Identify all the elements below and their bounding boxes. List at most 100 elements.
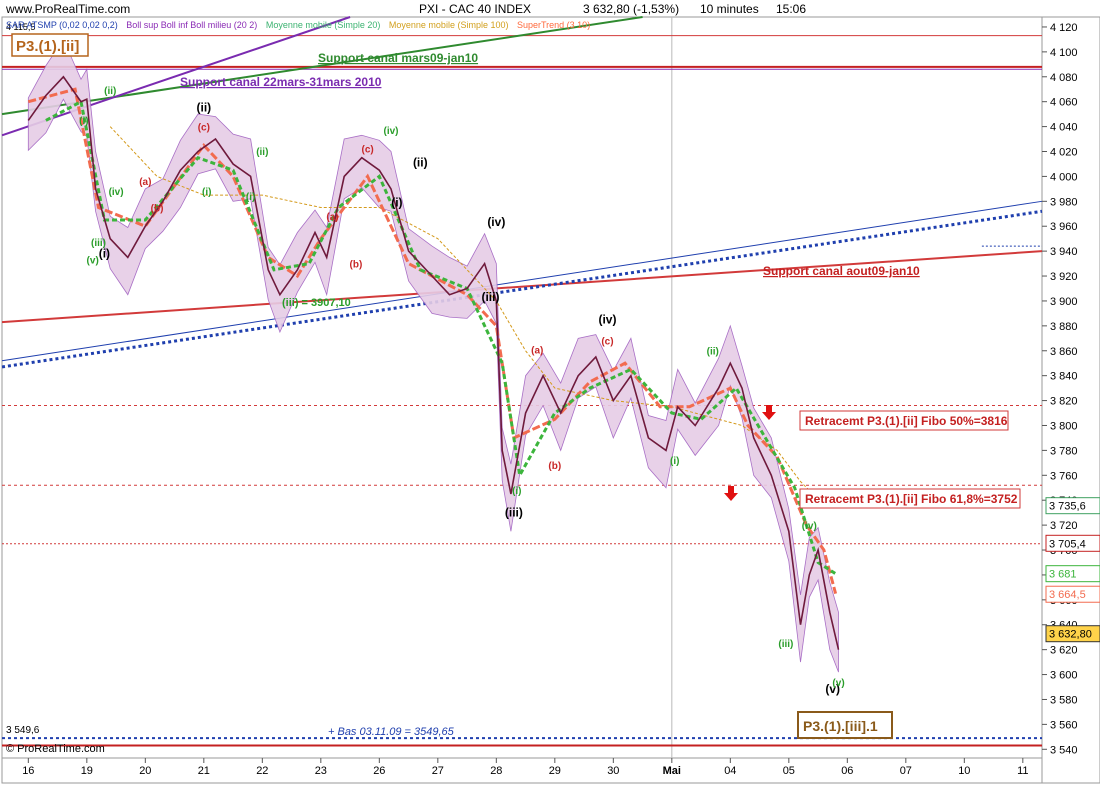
last-price: 3 632,80 (-1,53%) — [583, 2, 680, 16]
chart-title: PXI - CAC 40 INDEX — [419, 2, 532, 16]
x-tick-label: Mai — [663, 765, 681, 777]
wave-label: (i) — [246, 192, 255, 203]
wave-label: (i) — [512, 486, 521, 497]
wave-label: (v) — [87, 256, 99, 267]
wave-label: (ii) — [104, 86, 116, 97]
x-tick-label: 23 — [315, 765, 327, 777]
x-tick-label: 26 — [373, 765, 385, 777]
wave-label: (iv) — [598, 312, 616, 326]
price-tag-label: 3 705,4 — [1049, 538, 1086, 550]
y-tick-label: 3 860 — [1050, 346, 1078, 358]
period-label: 10 minutes — [700, 2, 759, 16]
legend-sar: SAR ATSMP (0,02 0,02 0,2) — [6, 20, 118, 30]
wave-label: (c) — [198, 122, 210, 133]
left-low-value: 3 549,6 — [6, 725, 40, 736]
y-tick-label: 4 060 — [1050, 97, 1078, 109]
x-tick-label: 07 — [900, 765, 912, 777]
x-tick-label: 22 — [256, 765, 268, 777]
legend-supertrend: SuperTrend (3 10) — [516, 20, 591, 30]
y-tick-label: 3 720 — [1050, 520, 1078, 532]
wave-label: (b) — [350, 259, 363, 270]
fibo50-label: Retracemt P3.(1).[ii] Fibo 50%=3816 — [805, 414, 1008, 428]
wave-label: (c) — [362, 145, 374, 156]
wave-label-p3-ii: P3.(1).[ii] — [16, 38, 79, 55]
y-tick-label: 3 920 — [1050, 271, 1078, 283]
y-tick-label: 3 620 — [1050, 645, 1078, 657]
wave-label: (a) — [531, 345, 543, 356]
wave-label: (ii) — [707, 346, 719, 357]
wave-label: (iv) — [384, 126, 399, 137]
y-tick-label: 3 880 — [1050, 321, 1078, 333]
y-tick-label: 3 820 — [1050, 396, 1078, 408]
y-tick-label: 3 800 — [1050, 420, 1078, 432]
fibo618-label: Retracemt P3.(1).[ii] Fibo 61,8%=3752 — [805, 492, 1018, 506]
label-bas-031109: + Bas 03.11.09 = 3549,65 — [328, 726, 455, 738]
x-tick-label: 21 — [198, 765, 210, 777]
x-tick-label: 29 — [549, 765, 561, 777]
price-chart: 4 120 4 100 4 080 4 060 4 040 4 020 4 000 3 980… — [1, 16, 1100, 784]
wave-label: (ii) — [196, 101, 211, 115]
wave-label: (ii) — [413, 155, 428, 169]
y-tick-label: 3 560 — [1050, 719, 1078, 731]
y-tick-label: 3 960 — [1050, 221, 1078, 233]
price-tag-label: 3 664,5 — [1049, 589, 1086, 601]
y-tick-label: 3 980 — [1050, 196, 1078, 208]
x-axis-panel — [1, 757, 1043, 784]
price-tag-label: 3 735,6 — [1049, 501, 1086, 513]
label-iii-3907: (iii) = 3907,10 — [282, 297, 351, 309]
x-tick-label: 05 — [783, 765, 795, 777]
y-tick-label: 4 000 — [1050, 171, 1078, 183]
x-tick-label: 04 — [724, 765, 736, 777]
x-tick-label: 06 — [841, 765, 853, 777]
y-tick-label: 3 540 — [1050, 744, 1078, 756]
wave-label: (ii) — [256, 147, 268, 158]
label-support-aout09: Support canal aout09-jan10 — [763, 264, 920, 278]
x-tick-label: 30 — [607, 765, 619, 777]
y-tick-label: 4 120 — [1050, 22, 1078, 34]
x-tick-label: 28 — [490, 765, 502, 777]
y-tick-label: 3 760 — [1050, 470, 1078, 482]
wave-label: (iii) — [505, 505, 523, 519]
wave-label: (iii) — [778, 639, 793, 650]
site-label: www.ProRealTime.com — [6, 2, 131, 16]
watermark-label: © ProRealTime.com — [6, 743, 105, 755]
x-tick-label: 19 — [81, 765, 93, 777]
wave-label: (i) — [202, 187, 211, 198]
y-tick-label: 4 100 — [1050, 47, 1078, 59]
y-tick-label: 3 900 — [1050, 296, 1078, 308]
wave-label: (i) — [391, 195, 402, 209]
wave-label: (iii) — [91, 238, 106, 249]
wave-label: (b) — [548, 461, 561, 472]
label-support-22mars: Support canal 22mars-31mars 2010 — [180, 75, 382, 89]
x-tick-label: 10 — [958, 765, 970, 777]
y-tick-label: 3 940 — [1050, 246, 1078, 258]
price-tag-label: 3 632,80 — [1049, 629, 1092, 641]
wave-label: (c) — [601, 337, 613, 348]
indicator-legend: SAR ATSMP (0,02 0,02 0,2) Boll sup Boll … — [6, 20, 596, 30]
x-tick-label: 27 — [432, 765, 444, 777]
legend-sma100: Moyenne mobile (Simple 100) — [388, 20, 509, 30]
y-tick-label: 3 840 — [1050, 371, 1078, 383]
wave-label-p3-iii1: P3.(1).[iii].1 — [803, 718, 878, 734]
label-support-mars09: Support canal mars09-jan10 — [318, 51, 478, 65]
x-tick-label: 11 — [1017, 765, 1028, 777]
chart-window: 4 120 4 100 4 080 4 060 4 040 4 020 4 000 3 980… — [0, 0, 1100, 800]
y-tick-label: 3 780 — [1050, 445, 1078, 457]
plot-frame — [1, 16, 1043, 759]
legend-sma20: Moyenne mobile (Simple 20) — [265, 20, 381, 30]
x-tick-label: 16 — [22, 765, 34, 777]
wave-label: (iv) — [802, 521, 817, 532]
wave-label: (iv) — [109, 187, 124, 198]
wave-label: (a) — [139, 177, 151, 188]
wave-label: (b) — [151, 203, 164, 214]
wave-label: (i) — [670, 456, 679, 467]
legend-bollinger: Boll sup Boll inf Boll milieu (20 2) — [126, 20, 258, 30]
price-tag-label: 3 681 — [1049, 569, 1077, 581]
x-tick-label: 20 — [139, 765, 151, 777]
y-tick-label: 3 580 — [1050, 694, 1078, 706]
wave-label: (iii) — [481, 290, 499, 304]
time-label: 15:06 — [776, 2, 807, 16]
y-tick-label: 4 040 — [1050, 122, 1078, 134]
wave-label: (a) — [326, 212, 338, 223]
y-tick-label: 4 080 — [1050, 72, 1078, 84]
